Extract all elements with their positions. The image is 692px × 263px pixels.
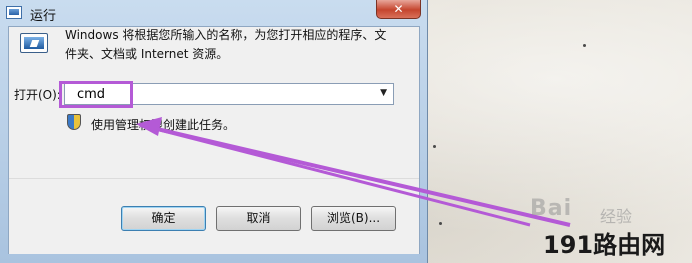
annotation-arrow (136, 117, 571, 227)
watermark-sub-text: 经验 (600, 207, 633, 226)
watermark-text: Bai (530, 196, 573, 221)
arrow-line-lower (139, 123, 531, 227)
site-logo-text: 191路由网 (543, 231, 666, 259)
